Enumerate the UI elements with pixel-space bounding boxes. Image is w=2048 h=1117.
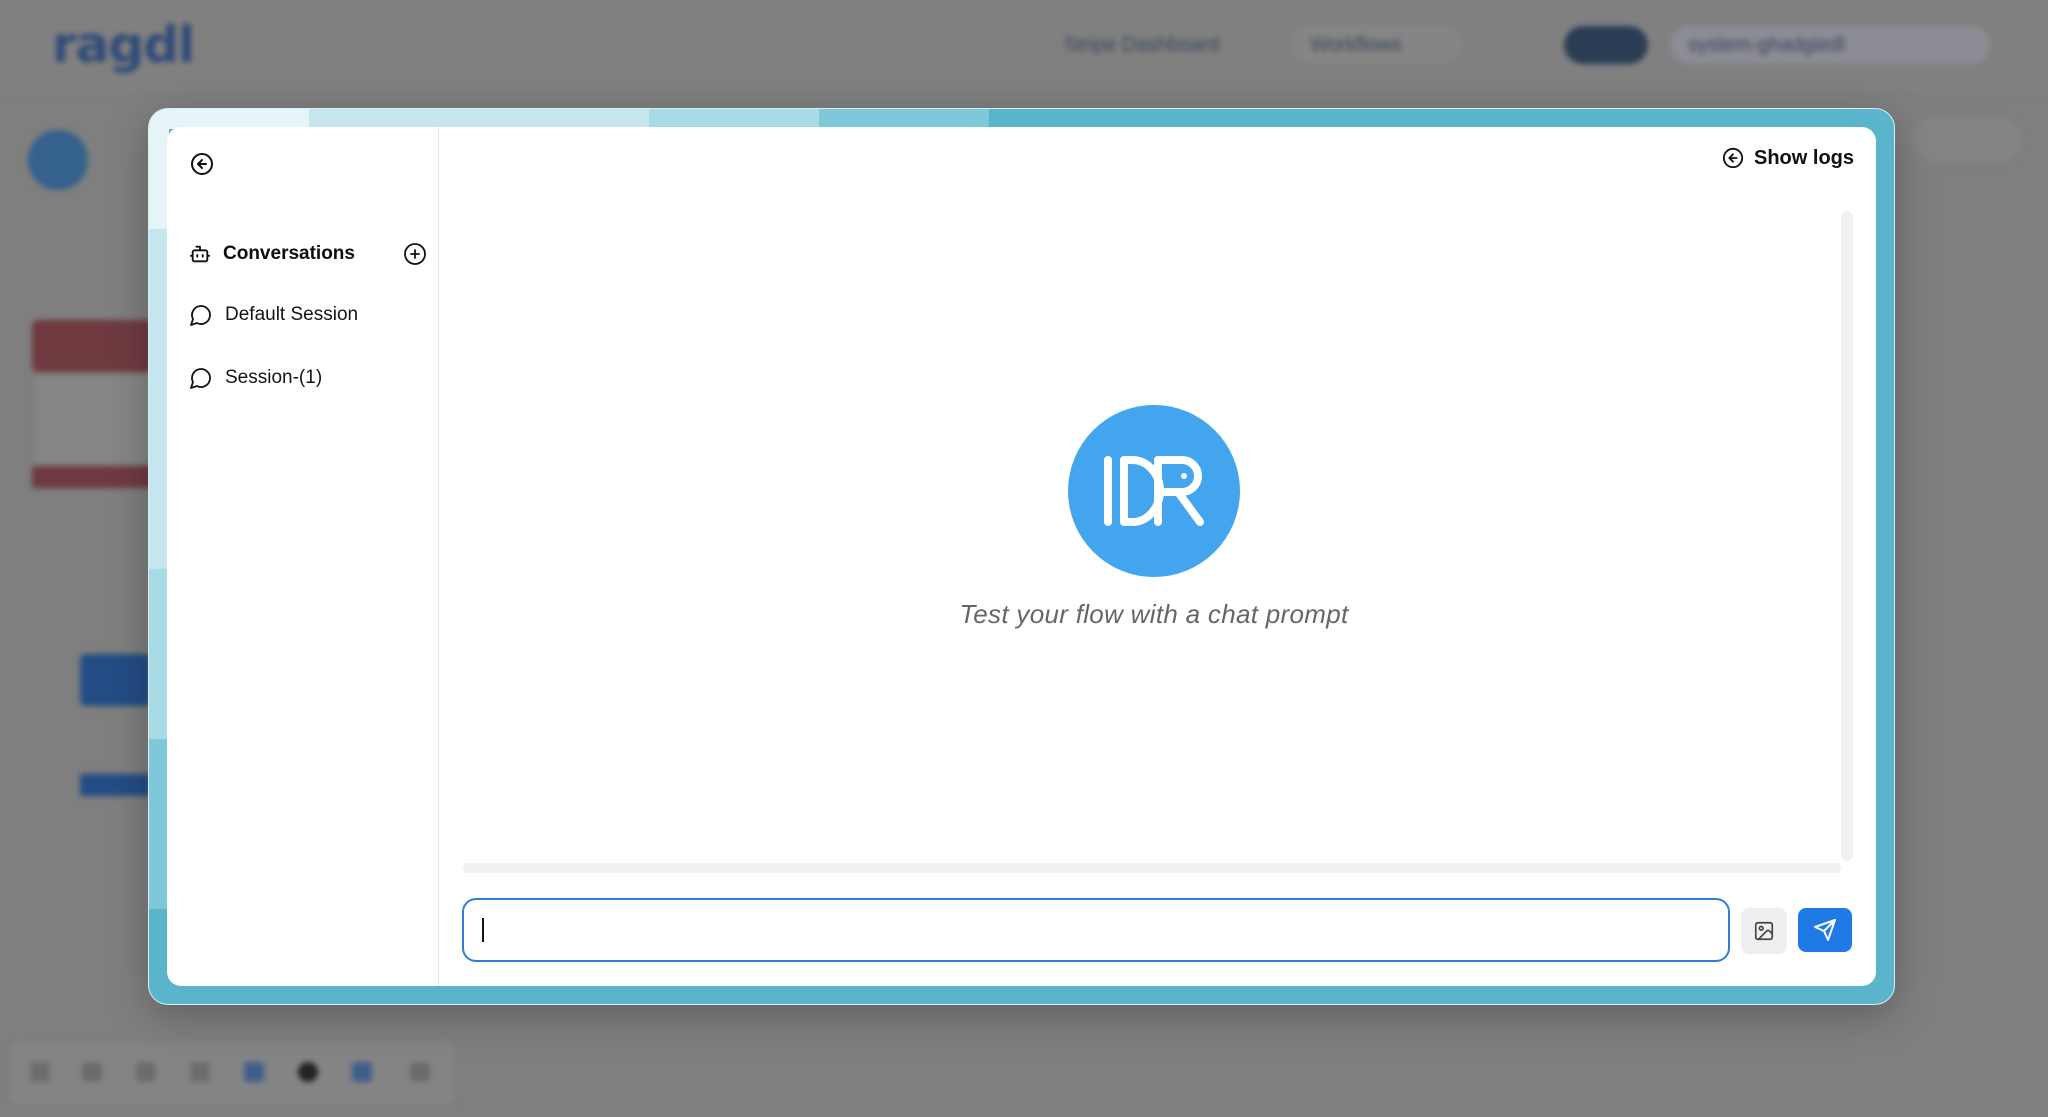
toolbar-icon bbox=[298, 1062, 318, 1082]
send-icon bbox=[1814, 919, 1836, 941]
vertical-scrollbar[interactable] bbox=[1841, 211, 1853, 861]
conversations-label: Conversations bbox=[223, 243, 355, 264]
frame-decoration bbox=[149, 229, 169, 569]
frame-decoration bbox=[149, 739, 169, 909]
toolbar-icon bbox=[30, 1062, 50, 1082]
chat-message-input[interactable] bbox=[462, 898, 1730, 962]
frame-decoration bbox=[309, 109, 649, 129]
user-menu: system-ghadgiedl bbox=[1670, 26, 1990, 64]
upload-image-button[interactable] bbox=[1741, 908, 1787, 954]
flow-node-footer bbox=[32, 466, 152, 488]
bot-icon bbox=[189, 245, 211, 263]
toolbar-icon bbox=[410, 1062, 430, 1082]
conversations-header: Conversations bbox=[189, 237, 427, 271]
empty-state-text: Test your flow with a chat prompt bbox=[959, 599, 1349, 629]
toolbar-icon bbox=[244, 1062, 264, 1082]
stripe-dashboard-link: Stripe Dashboard bbox=[1064, 34, 1220, 56]
background-avatar bbox=[28, 130, 88, 190]
frame-decoration bbox=[819, 109, 989, 129]
session-label: Session-(1) bbox=[225, 367, 323, 388]
message-circle-icon bbox=[190, 305, 211, 326]
canvas-toolbar bbox=[10, 1042, 455, 1104]
send-button[interactable] bbox=[1798, 908, 1852, 952]
background-primary-button bbox=[1564, 26, 1648, 64]
back-button[interactable] bbox=[187, 149, 217, 179]
toolbar-icon bbox=[352, 1062, 372, 1082]
image-icon bbox=[1754, 921, 1774, 941]
bot-avatar bbox=[1068, 405, 1240, 577]
session-item-default[interactable]: Default Session bbox=[189, 297, 427, 333]
toolbar-icon bbox=[136, 1062, 156, 1082]
new-conversation-button[interactable] bbox=[403, 242, 427, 266]
show-logs-button[interactable]: Show logs bbox=[1722, 141, 1854, 175]
chat-main: Show logs Test your flow with a chat pro… bbox=[439, 127, 1876, 986]
brand-logo-icon bbox=[1104, 456, 1204, 526]
app-logo: ragdl bbox=[52, 16, 195, 74]
horizontal-scrollbar[interactable] bbox=[463, 863, 1841, 873]
chat-playground-dialog: Conversations Default Session Session-(1… bbox=[167, 127, 1876, 986]
session-item-1[interactable]: Session-(1) bbox=[189, 360, 427, 396]
arrow-left-circle-icon bbox=[191, 153, 213, 175]
toolbar-icon bbox=[82, 1062, 102, 1082]
workflows-link: Workflows bbox=[1292, 26, 1462, 64]
show-logs-label: Show logs bbox=[1754, 146, 1854, 169]
frame-decoration bbox=[149, 109, 169, 229]
toolbar-icon bbox=[190, 1062, 210, 1082]
arrow-left-circle-icon bbox=[1722, 147, 1744, 169]
flow-node-footer bbox=[80, 774, 150, 796]
frame-decoration bbox=[649, 109, 819, 129]
flow-node bbox=[32, 320, 152, 372]
frame-decoration bbox=[149, 109, 309, 129]
conversation-sidebar: Conversations Default Session Session-(1… bbox=[167, 127, 439, 986]
text-caret bbox=[482, 918, 484, 942]
frame-decoration bbox=[149, 569, 169, 739]
session-label: Default Session bbox=[225, 304, 359, 325]
flow-node bbox=[80, 654, 150, 706]
message-circle-icon bbox=[190, 368, 211, 389]
plus-circle-icon bbox=[404, 243, 426, 265]
background-action bbox=[1496, 26, 1532, 64]
flow-node-body bbox=[36, 376, 152, 464]
background-button bbox=[1912, 118, 2022, 162]
